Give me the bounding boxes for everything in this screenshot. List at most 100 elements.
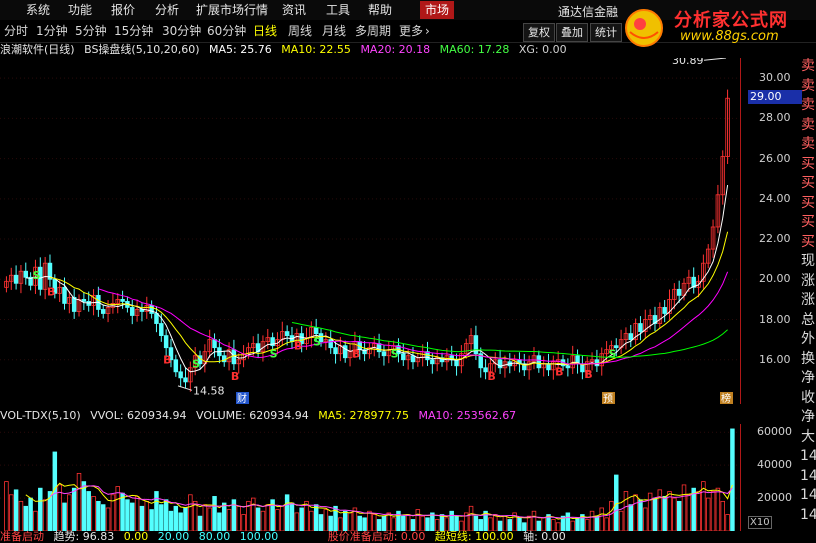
volume-tick-label: 40000: [757, 458, 792, 472]
volume-bar: [212, 496, 217, 531]
volume-bar: [439, 514, 445, 531]
bottom-e: 80.00: [198, 530, 231, 543]
candle-body: [81, 298, 87, 302]
sidebar-label: 14: [800, 467, 816, 484]
menu-item-3[interactable]: 分析: [155, 2, 179, 18]
candle-body: [628, 333, 634, 341]
candle-body: [173, 359, 179, 373]
volume-bar: [618, 510, 624, 531]
buy-signal-marker: B: [294, 340, 302, 353]
period-tab-3[interactable]: 15分钟: [114, 24, 153, 39]
volume-tick-label: 60000: [757, 425, 792, 439]
bottom-i: 轴: 0.00: [523, 530, 566, 543]
period-tab-0[interactable]: 分时: [4, 24, 28, 39]
period-tab-1[interactable]: 1分钟: [36, 24, 68, 39]
sidebar-label: 涨: [801, 272, 815, 289]
high-price-annotation: 30.89: [672, 58, 704, 67]
toolbar-button-1[interactable]: 叠加: [556, 23, 588, 42]
volume-bar: [323, 509, 329, 531]
sidebar-label: 卖: [801, 116, 815, 133]
volume-bar: [318, 514, 324, 531]
volume-bar: [226, 509, 232, 531]
volume-bar: [71, 487, 77, 531]
volume-bar: [149, 509, 154, 531]
bottom-g: 股价准备启动: 0.00: [327, 530, 426, 543]
ma60-value: MA60: 17.28: [439, 43, 510, 56]
volume-bar: [255, 507, 261, 531]
bottom-h: 超短线: 100.00: [434, 530, 514, 543]
volume-bar: [715, 487, 721, 531]
volume-bar: [425, 517, 430, 531]
volume-bar: [275, 509, 280, 531]
volume-bar: [730, 428, 735, 531]
sidebar-label: 买: [801, 214, 815, 230]
volume-bar: [710, 491, 716, 531]
buy-signal-marker: B: [352, 348, 360, 361]
volume-bar: [415, 509, 421, 531]
sidebar-label: 卖: [801, 58, 815, 74]
menu-item-2[interactable]: 报价: [111, 2, 135, 18]
volume-bar: [449, 510, 454, 531]
event-badge-label: 财: [237, 392, 247, 404]
period-tab-2[interactable]: 5分钟: [75, 24, 107, 39]
period-tab-9[interactable]: 多周期: [355, 24, 391, 39]
volume-bar: [120, 492, 125, 531]
volume-bar: [575, 517, 580, 531]
candle-body: [376, 343, 382, 353]
candle-body: [546, 363, 551, 371]
buy-signal-marker: B: [231, 370, 239, 383]
menu-item-6[interactable]: 工具: [326, 2, 350, 18]
menu-item-1[interactable]: 功能: [68, 2, 92, 18]
volume-bar: [623, 491, 629, 531]
volume-bar: [76, 472, 82, 531]
period-tab-8[interactable]: 月线: [322, 24, 346, 39]
volume-bar: [105, 507, 111, 531]
volume-value: VOLUME: 620934.94: [196, 409, 309, 422]
volume-bar: [9, 494, 14, 531]
price-chart[interactable]: BBBBBB B BSSSSS S30.8914.58财预榜: [0, 58, 740, 404]
period-tab-6[interactable]: 日线: [253, 24, 277, 39]
buy-signal-marker: B: [555, 366, 563, 379]
menu-item-0[interactable]: 系统: [26, 2, 50, 18]
sidebar-label: 换: [801, 350, 815, 367]
volume-bar: [473, 515, 479, 531]
volume-bar: [604, 517, 609, 531]
toolbar-button-2[interactable]: 统计: [590, 23, 622, 42]
period-tab-7[interactable]: 周线: [288, 24, 312, 39]
volume-bar: [526, 515, 532, 531]
sidebar-label: 买: [801, 175, 815, 191]
toolbar-button-0[interactable]: 复权: [523, 23, 555, 42]
period-tab-5[interactable]: 60分钟: [207, 24, 246, 39]
sidebar-label: 总: [801, 311, 815, 328]
volume-chart[interactable]: [0, 424, 740, 531]
period-tab-10[interactable]: 更多: [399, 24, 423, 39]
candle-body: [183, 377, 188, 383]
period-tab-4[interactable]: 30分钟: [162, 24, 201, 39]
sidebar-label: 净: [801, 370, 815, 386]
bottom-a: 准备启动: [0, 530, 44, 543]
volume-unit: X10: [748, 516, 772, 529]
volume-bar: [638, 499, 643, 531]
menu-item-4[interactable]: 扩展市场行情: [196, 2, 268, 18]
buy-signal-marker: B: [47, 285, 55, 298]
candle-body: [212, 339, 217, 349]
volume-bar: [207, 507, 212, 531]
volume-bar: [265, 504, 271, 531]
volume-bar: [86, 491, 91, 531]
volume-bar: [42, 499, 48, 531]
volume-bar: [67, 494, 72, 531]
menu-item-5[interactable]: 资讯: [282, 2, 306, 18]
vol-ma5-value: MA5: 278977.75: [318, 409, 409, 422]
volume-bar: [188, 494, 193, 531]
menu-item-7[interactable]: 帮助: [368, 2, 392, 18]
chevron-right-icon[interactable]: ›: [425, 24, 430, 39]
broker-name: 通达信金融: [558, 5, 619, 19]
volume-bar: [420, 515, 425, 531]
sidebar-label: 14: [800, 448, 816, 464]
candle-body: [676, 288, 682, 296]
volume-bar: [202, 504, 208, 531]
market-button[interactable]: 市场: [420, 1, 454, 19]
price-tick-label: 30.00: [759, 71, 791, 85]
volume-bar: [313, 504, 319, 531]
volume-bar: [100, 504, 106, 531]
